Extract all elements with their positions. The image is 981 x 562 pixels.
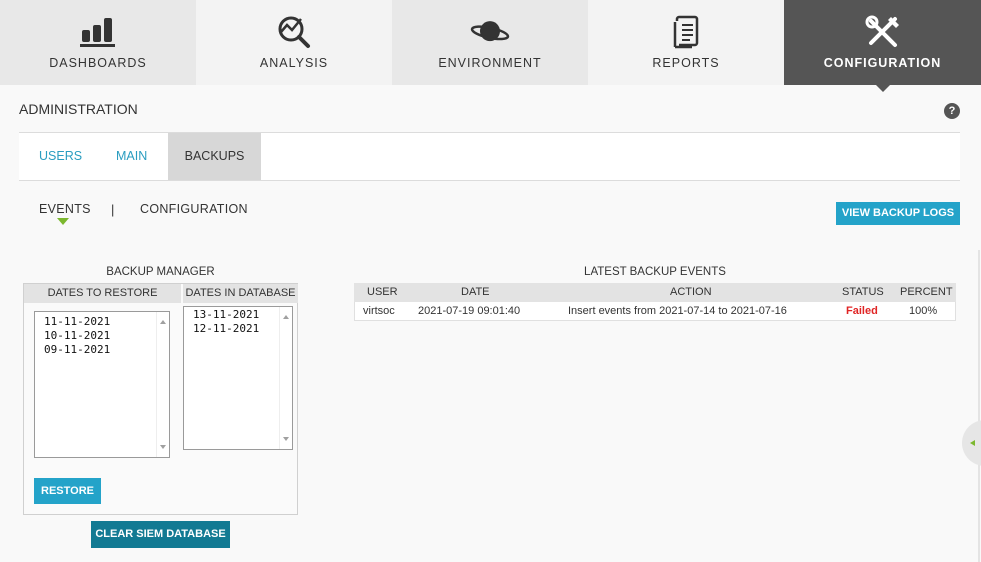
tab-events[interactable]: EVENTS — [39, 202, 91, 216]
column-header-date: DATE — [461, 286, 490, 298]
nav-tab-label: REPORTS — [652, 56, 720, 70]
tab-users[interactable]: USERS — [39, 133, 82, 180]
list-item[interactable]: 10-11-2021 — [35, 329, 169, 343]
scroll-up-icon[interactable] — [283, 315, 289, 319]
main-navigation: DASHBOARDS ANALYSIS ENVIRONMENT REPORTS … — [0, 0, 981, 92]
nav-tab-environment[interactable]: ENVIRONMENT — [392, 0, 588, 85]
cell-user: virtsoc — [363, 305, 395, 317]
nav-tab-configuration[interactable]: CONFIGURATION — [784, 0, 981, 92]
list-item[interactable]: 09-11-2021 — [35, 343, 169, 357]
tools-icon — [863, 14, 903, 50]
scroll-down-icon[interactable] — [160, 445, 166, 449]
tab-backups[interactable]: BACKUPS — [168, 133, 261, 180]
scrollbar[interactable] — [156, 312, 169, 457]
restore-button[interactable]: RESTORE — [34, 478, 101, 504]
nav-tab-analysis[interactable]: ANALYSIS — [196, 0, 392, 85]
nav-tab-label: ANALYSIS — [259, 56, 329, 70]
scrollbar[interactable] — [279, 307, 292, 449]
nav-tab-label: ENVIRONMENT — [438, 56, 542, 70]
magnifier-chart-icon — [274, 14, 314, 50]
scroll-up-icon[interactable] — [160, 320, 166, 324]
nav-tab-label: DASHBOARDS — [49, 56, 147, 70]
tab-configuration[interactable]: CONFIGURATION — [140, 202, 248, 216]
cell-action: Insert events from 2021-07-14 to 2021-07… — [568, 305, 787, 317]
column-header-action: ACTION — [670, 286, 712, 298]
list-item[interactable]: 11-11-2021 — [35, 315, 169, 329]
table-header: USER DATE ACTION STATUS PERCENT — [354, 283, 956, 302]
dates-to-restore-list[interactable]: 11-11-2021 10-11-2021 09-11-2021 — [34, 311, 170, 458]
nav-tab-reports[interactable]: REPORTS — [588, 0, 784, 85]
cell-status: Failed — [846, 305, 878, 317]
column-header-status: STATUS — [842, 286, 884, 298]
list-item[interactable]: 13-11-2021 — [184, 308, 292, 322]
latest-backup-events-table: USER DATE ACTION STATUS PERCENT virtsoc … — [354, 283, 956, 321]
cell-date: 2021-07-19 09:01:40 — [418, 305, 521, 317]
column-header-percent: PERCENT — [900, 286, 953, 298]
nav-tab-label: CONFIGURATION — [823, 56, 942, 70]
latest-backup-events-title: LATEST BACKUP EVENTS — [584, 266, 726, 278]
document-icon — [666, 14, 706, 50]
cell-percent: 100% — [909, 305, 938, 317]
active-subtab-indicator — [57, 218, 69, 225]
side-panel-toggle[interactable] — [962, 420, 981, 466]
planet-icon — [470, 14, 510, 50]
active-tab-indicator — [875, 85, 890, 92]
view-backup-logs-button[interactable]: VIEW BACKUP LOGS — [836, 202, 960, 225]
table-row[interactable]: virtsoc 2021-07-19 09:01:40 Insert event… — [354, 302, 956, 321]
nav-tab-dashboards[interactable]: DASHBOARDS — [0, 0, 196, 85]
clear-siem-database-button[interactable]: CLEAR SIEM DATABASE — [91, 521, 230, 548]
list-item[interactable]: 12-11-2021 — [184, 322, 292, 336]
scroll-down-icon[interactable] — [283, 437, 289, 441]
caret-left-icon — [970, 440, 975, 446]
side-divider — [978, 250, 980, 562]
tab-separator: | — [111, 202, 115, 217]
tab-main[interactable]: MAIN — [116, 133, 147, 180]
page-title: ADMINISTRATION — [19, 101, 138, 117]
bar-chart-icon — [78, 14, 118, 50]
backup-manager-title: BACKUP MANAGER — [106, 266, 215, 278]
help-icon[interactable]: ? — [944, 103, 960, 119]
dates-to-restore-header: DATES TO RESTORE — [24, 284, 181, 303]
dates-in-database-list[interactable]: 13-11-2021 12-11-2021 — [183, 306, 293, 450]
dates-in-database-header: DATES IN DATABASE — [183, 284, 298, 303]
admin-subtabs: USERS MAIN BACKUPS — [19, 133, 960, 181]
column-header-user: USER — [367, 286, 398, 298]
